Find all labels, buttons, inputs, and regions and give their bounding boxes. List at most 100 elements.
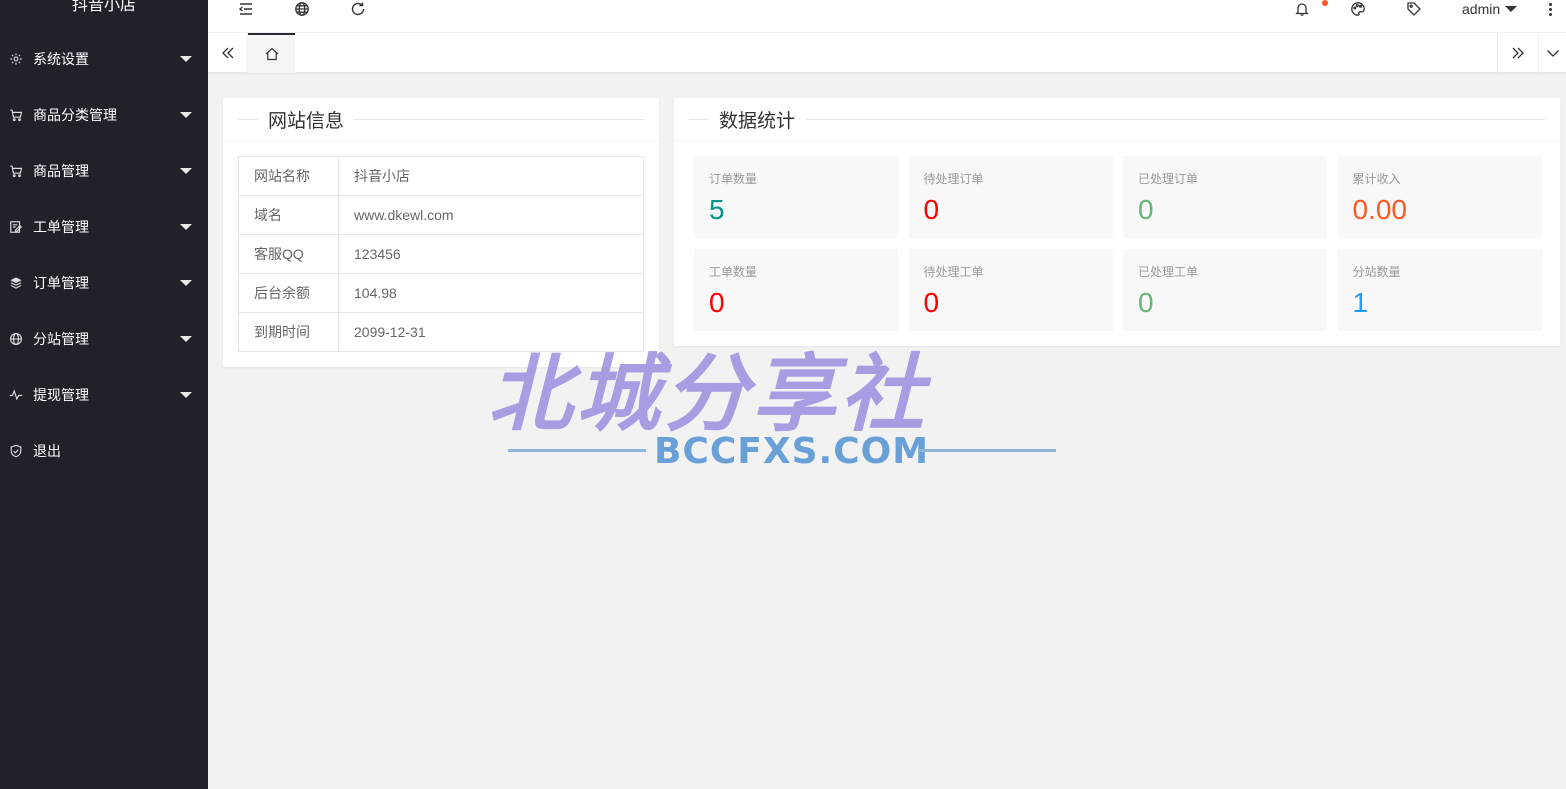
cart-icon <box>8 163 24 179</box>
top-header: admin <box>208 0 1566 33</box>
caret-down-icon <box>180 280 192 286</box>
info-key: 客服QQ <box>238 234 339 274</box>
caret-down-icon <box>180 224 192 230</box>
stat-tile: 分站数量 1 <box>1337 249 1542 331</box>
tab-bar <box>208 33 1566 73</box>
tab-home[interactable] <box>248 33 295 73</box>
chevron-down-icon[interactable] <box>1538 33 1566 73</box>
table-row: 网站名称 抖音小店 <box>238 156 644 196</box>
info-value: 104.98 <box>338 273 644 313</box>
stat-label: 订单数量 <box>709 172 758 186</box>
site-info-title: 网站信息 <box>268 110 345 132</box>
caret-down-icon <box>180 56 192 62</box>
stats-grid: 订单数量 5 待处理订单 0 已处理订单 0 累计收入 0.00 工单数量 0 待处理工单 0 已处理工… <box>694 156 1542 331</box>
notification-dot <box>1322 0 1328 6</box>
stat-tile: 已处理订单 0 <box>1123 156 1327 238</box>
sidebar-item-label: 退出 <box>33 443 61 459</box>
stat-tile: 工单数量 0 <box>694 249 898 331</box>
info-key: 后台余额 <box>238 273 339 313</box>
home-icon <box>265 47 278 61</box>
stat-value: 1 <box>1352 287 1369 318</box>
layers-icon <box>8 275 24 291</box>
table-row: 后台余额 104.98 <box>238 273 644 313</box>
site-info-header: 网站信息 <box>223 98 659 141</box>
caret-down-icon <box>180 112 192 118</box>
gear-icon <box>8 51 24 67</box>
sidebar-item[interactable]: 商品分类管理 <box>0 87 208 143</box>
caret-down-icon <box>180 392 192 398</box>
info-value: www.dkewl.com <box>338 195 644 235</box>
sidebar-item[interactable]: 订单管理 <box>0 255 208 311</box>
table-row: 客服QQ 123456 <box>238 234 644 274</box>
stat-value: 0.00 <box>1352 194 1408 225</box>
globe-icon <box>8 331 24 347</box>
stat-value: 0 <box>1138 287 1154 318</box>
stat-label: 工单数量 <box>709 265 758 279</box>
info-key: 域名 <box>238 195 339 235</box>
pulse-icon <box>8 387 24 403</box>
username: admin <box>1462 1 1501 17</box>
divider <box>238 118 258 120</box>
caret-down-icon <box>180 168 192 174</box>
watermark-english: BCCFXS.COM <box>654 431 930 472</box>
stat-value: 0 <box>923 194 940 225</box>
info-value: 123456 <box>338 234 644 274</box>
double-left-icon[interactable] <box>208 33 248 73</box>
sidebar-menu: 系统设置商品分类管理商品管理工单管理订单管理分站管理提现管理退出 <box>0 31 208 479</box>
sidebar-item-label: 商品管理 <box>33 163 89 179</box>
table-row: 域名 www.dkewl.com <box>238 195 644 235</box>
bell-icon[interactable] <box>1291 0 1313 18</box>
watermark-line <box>918 449 1056 452</box>
stat-tile: 累计收入 0.00 <box>1337 156 1542 238</box>
refresh-icon[interactable] <box>347 0 369 18</box>
sidebar-item[interactable]: 提现管理 <box>0 367 208 423</box>
stat-tile: 待处理工单 0 <box>908 249 1113 331</box>
stat-value: 0 <box>1138 194 1154 225</box>
info-value: 抖音小店 <box>338 156 644 196</box>
more-icon[interactable] <box>1546 0 1554 18</box>
sidebar-item-label: 分站管理 <box>33 331 89 347</box>
caret-down-icon <box>180 336 192 342</box>
watermark-line <box>508 449 646 452</box>
sidebar-item-label: 提现管理 <box>33 387 89 403</box>
stat-label: 待处理订单 <box>923 172 984 186</box>
sidebar-item[interactable]: 系统设置 <box>0 31 208 87</box>
stat-tile: 已处理工单 0 <box>1123 249 1327 331</box>
stat-value: 5 <box>709 194 725 225</box>
info-key: 网站名称 <box>238 156 339 196</box>
stat-tile: 待处理订单 0 <box>908 156 1113 238</box>
double-right-icon[interactable] <box>1497 33 1537 73</box>
globe-icon[interactable] <box>291 0 313 18</box>
stat-label: 待处理工单 <box>923 265 984 279</box>
stats-title: 数据统计 <box>719 110 796 132</box>
stats-header: 数据统计 <box>674 98 1560 141</box>
sidebar-item[interactable]: 商品管理 <box>0 143 208 199</box>
info-key: 到期时间 <box>238 312 339 352</box>
sidebar-item[interactable]: 退出 <box>0 423 208 479</box>
app-logo-title: 抖音小店 <box>71 0 136 14</box>
divider <box>689 118 709 120</box>
watermark-chinese: 北城分享社 <box>488 345 929 443</box>
divider <box>805 118 1545 120</box>
palette-icon[interactable] <box>1347 0 1369 18</box>
stat-value: 0 <box>923 287 940 318</box>
caret-down-icon <box>1505 6 1518 12</box>
site-info-table: 网站名称 抖音小店 域名 www.dkewl.com 客服QQ 123456 后台余额 104… <box>238 156 644 352</box>
stat-label: 已处理订单 <box>1138 172 1199 186</box>
stat-value: 0 <box>709 287 725 318</box>
tag-icon[interactable] <box>1403 0 1425 18</box>
stat-label: 分站数量 <box>1352 265 1401 279</box>
sidebar: 抖音小店 系统设置商品分类管理商品管理工单管理订单管理分站管理提现管理退出 <box>0 0 208 789</box>
user-menu[interactable]: admin <box>1462 0 1518 18</box>
sidebar-item[interactable]: 分站管理 <box>0 311 208 367</box>
divider <box>354 118 644 120</box>
stat-tile: 订单数量 5 <box>694 156 898 238</box>
sidebar-item[interactable]: 工单管理 <box>0 199 208 255</box>
watermark: 北城分享社 BCCFXS.COM <box>488 327 1078 472</box>
sidebar-item-label: 工单管理 <box>33 219 89 235</box>
menu-fold-icon[interactable] <box>235 0 257 18</box>
cart-icon <box>8 107 24 123</box>
form-icon <box>8 219 24 235</box>
stat-label: 已处理工单 <box>1138 265 1199 279</box>
sidebar-item-label: 系统设置 <box>33 51 89 67</box>
